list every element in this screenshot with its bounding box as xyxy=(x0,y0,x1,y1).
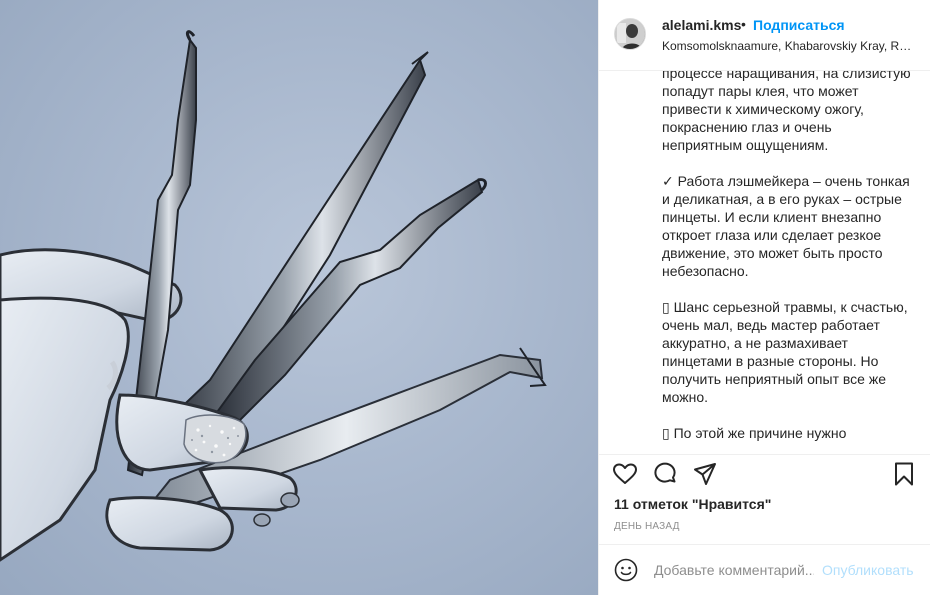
publish-button[interactable]: Опубликовать xyxy=(822,562,914,578)
caption-text: процессе наращивания, на слизистую попад… xyxy=(662,71,912,454)
avatar-image xyxy=(615,19,645,49)
smiley-icon[interactable] xyxy=(614,558,638,582)
caption-paragraph: ▯ Шанс серьезной травмы, к счастью, очен… xyxy=(662,299,908,405)
comment-bubble-icon[interactable] xyxy=(652,461,678,487)
likes-count[interactable]: 11 отметок "Нравится" xyxy=(614,496,771,512)
paper-plane-icon[interactable] xyxy=(692,461,718,487)
caption-paragraph: ▯ По этой же причине нужно xyxy=(662,425,847,441)
header-separator: • xyxy=(741,16,746,32)
post-photo[interactable] xyxy=(0,0,598,595)
tweezers-hand-image xyxy=(0,30,547,562)
caption-paragraph: процессе наращивания, на слизистую попад… xyxy=(662,71,911,153)
follow-button[interactable]: Подписаться xyxy=(753,17,845,33)
post-header: alelami.kms • Подписаться Komsomolsknaam… xyxy=(599,0,930,71)
post-timestamp[interactable]: день назад xyxy=(614,521,680,532)
action-bar: 11 отметок "Нравится" день назад xyxy=(599,454,930,544)
comment-form: Опубликовать xyxy=(599,544,930,595)
avatar[interactable] xyxy=(614,18,646,50)
post-side-panel: alelami.kms • Подписаться Komsomolsknaam… xyxy=(598,0,930,595)
caption-scroll[interactable]: процессе наращивания, на слизистую попад… xyxy=(599,71,930,454)
location-link[interactable]: Komsomolsknaamure, Khabarovskiy Kray, Ru… xyxy=(662,39,917,53)
comment-input[interactable] xyxy=(654,560,814,580)
bookmark-icon[interactable] xyxy=(891,461,917,487)
post-modal: alelami.kms • Подписаться Komsomolsknaam… xyxy=(0,0,930,595)
heart-icon[interactable] xyxy=(612,461,638,487)
username[interactable]: alelami.kms xyxy=(662,17,741,33)
caption-paragraph: ✓ Работа лэшмейкера – очень тонкая и дел… xyxy=(662,173,910,279)
